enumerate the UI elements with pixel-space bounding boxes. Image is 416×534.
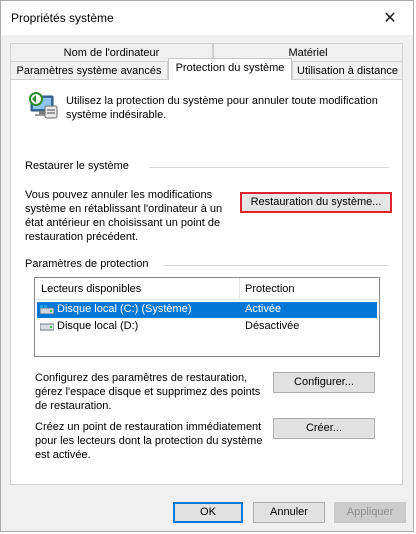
column-header-drives[interactable]: Lecteurs disponibles <box>41 283 141 295</box>
list-item[interactable]: Disque local (D:) Désactivée <box>37 319 377 335</box>
divider <box>149 167 389 168</box>
configure-description: Configurez des paramètres de restauratio… <box>35 372 261 412</box>
tab-remote[interactable]: Utilisation à distance <box>292 61 403 81</box>
protection-heading: Paramètres de protection <box>25 258 149 270</box>
create-description: Créez un point de restauration immédiate… <box>35 421 263 461</box>
button-label: Restauration du système... <box>250 196 382 208</box>
intro-text: Utilisez la protection du système pour a… <box>66 95 378 121</box>
system-drive-icon <box>39 305 55 315</box>
title-bar: Propriétés système ✕ <box>1 1 413 35</box>
column-header-protection[interactable]: Protection <box>245 283 295 295</box>
list-item[interactable]: Disque local (C:) (Système) Activée <box>37 302 377 318</box>
restore-description: Vous pouvez annuler les modifications sy… <box>25 189 223 243</box>
create-button[interactable]: Créer... <box>273 418 375 439</box>
drive-icon <box>39 322 55 331</box>
tab-label: Paramètres système avancés <box>16 65 162 77</box>
column-separator[interactable] <box>239 278 240 300</box>
system-properties-window: Propriétés système ✕ Nom de l'ordinateur… <box>0 0 414 532</box>
drives-list[interactable]: Lecteurs disponibles Protection Disque l… <box>34 277 380 357</box>
tab-system-protection[interactable]: Protection du système <box>168 58 292 80</box>
restore-heading: Restaurer le système <box>25 160 129 172</box>
button-label: Configurer... <box>294 376 354 388</box>
configure-button[interactable]: Configurer... <box>273 372 375 393</box>
tab-panel: Utilisez la protection du système pour a… <box>10 79 403 485</box>
close-button[interactable]: ✕ <box>367 1 413 35</box>
cancel-button[interactable]: Annuler <box>253 502 325 523</box>
tab-label: Nom de l'ordinateur <box>63 47 160 59</box>
button-label: Créer... <box>305 422 343 434</box>
system-restore-button[interactable]: Restauration du système... <box>240 192 392 213</box>
drive-protection-status: Désactivée <box>245 320 300 332</box>
divider <box>163 265 389 266</box>
drive-protection-status: Activée <box>245 303 282 315</box>
close-icon: ✕ <box>383 10 397 27</box>
tab-advanced[interactable]: Paramètres système avancés <box>10 61 168 81</box>
system-protection-icon <box>27 90 59 122</box>
ok-button[interactable]: OK <box>173 502 243 523</box>
drive-name: Disque local (C:) (Système) <box>57 303 192 315</box>
apply-button[interactable]: Appliquer <box>334 502 406 523</box>
tab-label: Utilisation à distance <box>297 65 398 77</box>
drive-name: Disque local (D:) <box>57 320 139 332</box>
tab-label: Protection du système <box>175 62 285 74</box>
list-header: Lecteurs disponibles Protection <box>35 278 379 300</box>
tab-label: Matériel <box>288 47 328 59</box>
button-label: Appliquer <box>346 506 394 518</box>
window-title: Propriétés système <box>11 11 114 25</box>
button-label: OK <box>200 506 216 518</box>
button-label: Annuler <box>270 506 308 518</box>
